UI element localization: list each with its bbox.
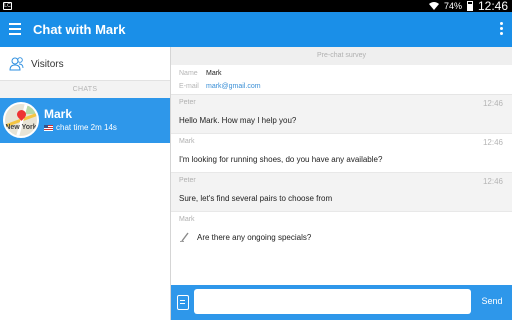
menu-icon[interactable] [9,23,21,35]
message-time: 12:46 [482,99,503,108]
message-composer: Send [171,285,512,320]
message-text: Hello Mark. How may I help you? [179,116,297,125]
pre-chat-survey-header: Pre-chat survey [171,47,512,65]
clock: 12:46 [477,0,508,13]
sidebar: Visitors CHATS New York Mark chat time 2… [0,47,171,320]
status-bar: LC 74% 12:46 [0,0,512,12]
message-operator: Peter 12:46 Sure, let's find several pai… [171,173,512,212]
page-title: Chat with Mark [33,22,126,37]
message-text: Are there any ongoing specials? [197,233,312,242]
chat-list-item[interactable]: New York Mark chat time 2m 14s [0,98,170,143]
message-time: 12:46 [482,177,503,186]
message-author: Mark [179,216,195,223]
chat-visitor-name: Mark [44,107,73,121]
avatar: New York [3,102,39,138]
canned-responses-icon[interactable] [177,295,189,310]
message-text: Sure, let's find several pairs to choose… [179,194,333,203]
pre-chat-survey: Name Mark E-mail mark@gmail.com [171,65,512,95]
chats-section-header: CHATS [0,81,170,98]
message-visitor-typing: Mark Are there any ongoing specials? [171,212,512,251]
more-options-icon[interactable] [498,22,504,38]
message-operator: Peter 12:46 Hello Mark. How may I help y… [171,95,512,134]
message-time: 12:46 [482,138,503,147]
visitors-label: Visitors [31,59,64,70]
message-author: Mark [179,138,195,145]
survey-name-label: Name [179,70,198,77]
wifi-icon [428,2,439,10]
message-author: Peter [179,177,196,184]
pencil-icon [180,232,189,242]
battery-icon [466,1,473,11]
visitors-icon [9,57,24,71]
message-text: I'm looking for running shoes, do you ha… [179,155,383,164]
message-visitor: Mark 12:46 I'm looking for running shoes… [171,134,512,173]
message-author: Peter [179,99,196,106]
message-input[interactable] [194,289,471,314]
avatar-city: New York [5,124,37,131]
us-flag-icon [44,124,53,131]
battery-percent: 74% [443,1,462,11]
app-notification-icon: LC [3,2,12,10]
send-button[interactable]: Send [476,289,508,314]
survey-email-label: E-mail [179,83,199,90]
survey-name-value: Mark [206,70,222,77]
survey-email-link[interactable]: mark@gmail.com [206,83,261,90]
conversation-pane: Pre-chat survey Name Mark E-mail mark@gm… [171,47,512,285]
visitors-item[interactable]: Visitors [0,47,170,81]
chat-duration: chat time 2m 14s [56,123,117,132]
app-bar: Chat with Mark [0,12,512,47]
